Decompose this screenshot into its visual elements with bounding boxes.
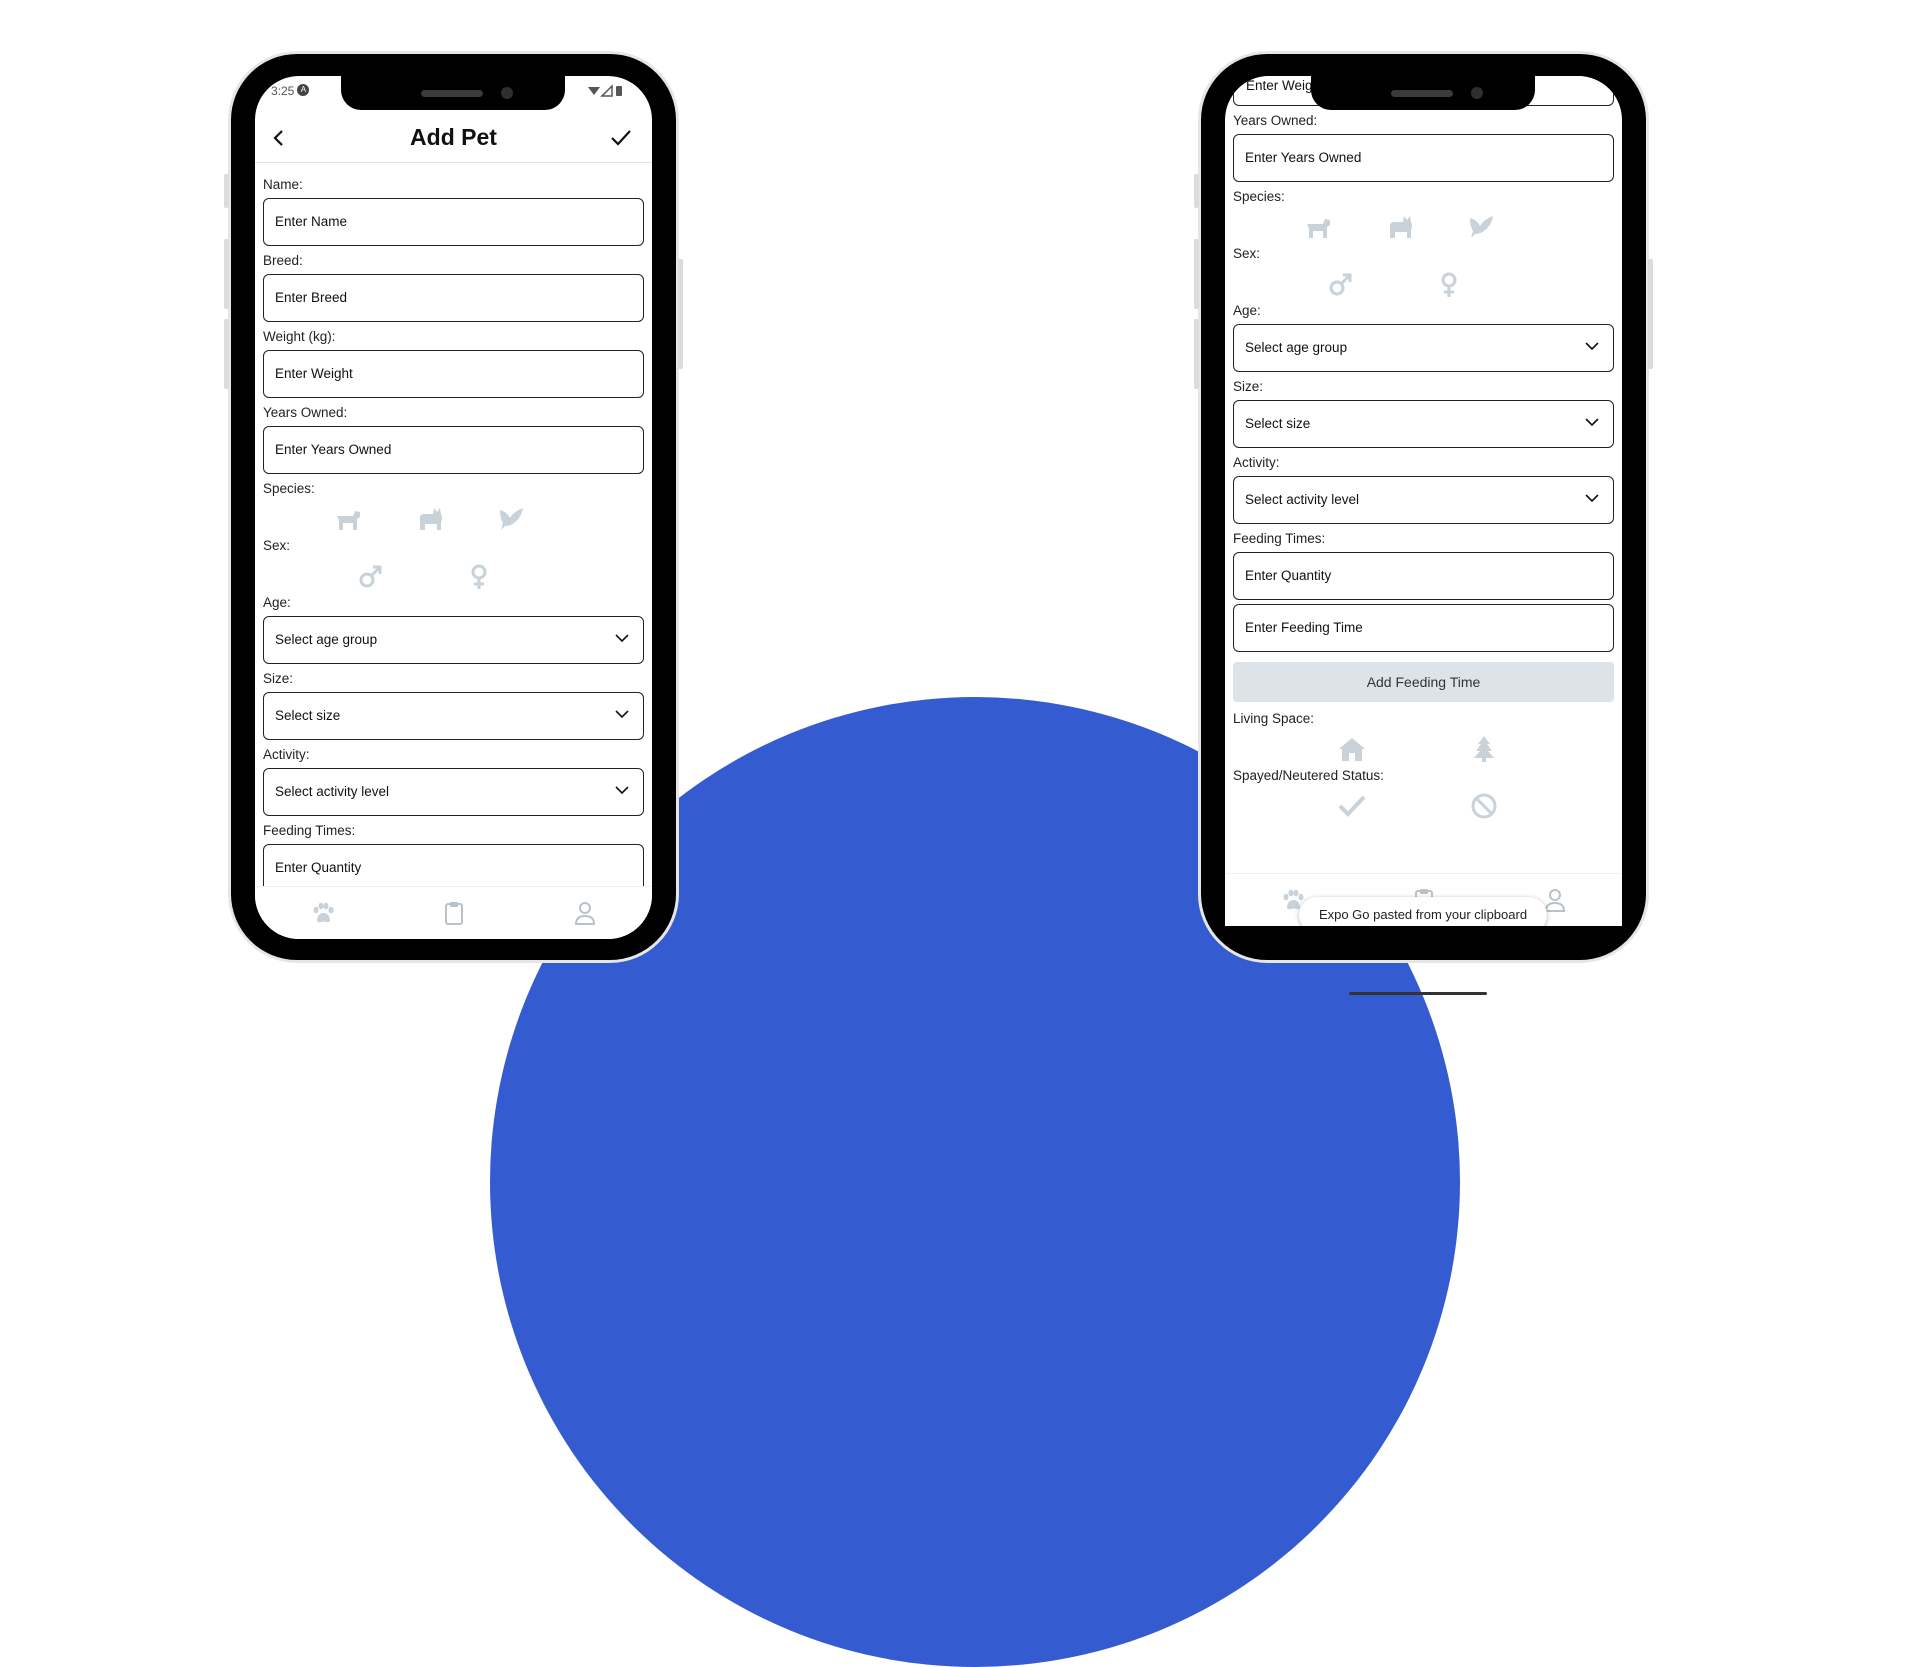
phone-right: Enter Weig Years Owned: Enter Years Owne… (1194, 54, 1653, 995)
weight-label: Weight (kg): (263, 329, 336, 344)
app-header: Add Pet (255, 114, 652, 163)
notch (341, 76, 565, 110)
activity-select-value: Select activity level (275, 784, 390, 799)
power-button (678, 259, 683, 369)
male-icon[interactable] (1326, 269, 1356, 299)
screen: Enter Weig Years Owned: Enter Years Owne… (1225, 76, 1622, 926)
years-owned-input[interactable]: Enter Years Owned (1233, 134, 1614, 182)
age-label: Age: (263, 595, 291, 610)
notch (1311, 76, 1535, 110)
breed-label: Breed: (263, 253, 303, 268)
sex-label: Sex: (1233, 246, 1261, 261)
sex-label: Sex: (263, 538, 291, 553)
power-button (1648, 259, 1653, 369)
years-owned-input[interactable]: Enter Years Owned (263, 426, 644, 474)
chevron-down-icon (615, 710, 629, 719)
mute-button (1194, 174, 1199, 208)
name-label: Name: (263, 177, 303, 192)
age-select[interactable]: Select age group (263, 616, 644, 664)
sex-selector (1233, 267, 1614, 300)
size-select-value: Select size (275, 708, 341, 723)
checkmark-icon[interactable] (1337, 791, 1367, 821)
chevron-down-icon (1585, 494, 1599, 503)
male-icon[interactable] (356, 561, 386, 591)
expo-badge-icon: A (297, 84, 310, 96)
female-icon[interactable] (1434, 269, 1464, 299)
clipboard-toast: Expo Go pasted from your clipboard (1299, 897, 1547, 926)
activity-select[interactable]: Select activity level (263, 768, 644, 816)
tree-icon[interactable] (1469, 734, 1499, 764)
name-input[interactable]: Enter Name (263, 198, 644, 246)
dog-icon[interactable] (1303, 212, 1333, 242)
add-feeding-time-button[interactable]: Add Feeding Time (1233, 662, 1614, 702)
activity-label: Activity: (263, 747, 310, 762)
age-select-value: Select age group (275, 632, 378, 647)
years-owned-label: Years Owned: (263, 405, 348, 420)
save-check-icon[interactable] (610, 128, 632, 148)
spayed-neutered-label: Spayed/Neutered Status: (1233, 768, 1384, 783)
house-icon[interactable] (1337, 734, 1367, 764)
sex-selector (263, 559, 644, 592)
home-indicator[interactable] (1349, 992, 1487, 995)
size-select[interactable]: Select size (263, 692, 644, 740)
age-select[interactable]: Select age group (1233, 324, 1614, 372)
volume-down-button (224, 319, 229, 389)
screen: 3:25 A Add Pet Name: Enter Name Breed: En… (255, 76, 652, 939)
phone-left: 3:25 A Add Pet Name: Enter Name Breed: En… (224, 54, 683, 960)
chevron-down-icon (1585, 418, 1599, 427)
age-label: Age: (1233, 303, 1261, 318)
volume-down-button (1194, 319, 1199, 389)
size-select[interactable]: Select size (1233, 400, 1614, 448)
add-pet-form: Name: Enter Name Breed: Enter Breed Weig… (263, 174, 644, 939)
status-time: 3:25 A (271, 84, 310, 98)
living-space-label: Living Space: (1233, 711, 1315, 726)
activity-select-value: Select activity level (1245, 492, 1360, 507)
paw-icon[interactable] (309, 899, 337, 927)
volume-up-button (1194, 239, 1199, 309)
species-label: Species: (1233, 189, 1285, 204)
size-label: Size: (263, 671, 294, 686)
page-title: Add Pet (410, 124, 497, 150)
bird-icon[interactable] (497, 504, 527, 534)
volume-up-button (224, 239, 229, 309)
cat-icon[interactable] (415, 504, 445, 534)
feeding-times-label: Feeding Times: (1233, 531, 1326, 546)
chevron-down-icon (1585, 342, 1599, 351)
weight-input[interactable]: Enter Weight (263, 350, 644, 398)
user-icon[interactable] (571, 899, 599, 927)
status-icons (588, 84, 622, 97)
clipboard-icon[interactable] (440, 899, 468, 927)
mute-button (224, 174, 229, 208)
add-pet-form-scrolled: Enter Weig Years Owned: Enter Years Owne… (1233, 76, 1614, 822)
breed-input[interactable]: Enter Breed (263, 274, 644, 322)
ban-icon[interactable] (1469, 791, 1499, 821)
feeding-time-input[interactable]: Enter Feeding Time (1233, 604, 1614, 652)
spayed-neutered-selector (1233, 789, 1614, 822)
size-label: Size: (1233, 379, 1264, 394)
species-selector (263, 502, 644, 535)
cat-icon[interactable] (1385, 212, 1415, 242)
chevron-down-icon (615, 786, 629, 795)
living-space-selector (1233, 732, 1614, 765)
species-label: Species: (263, 481, 315, 496)
activity-select[interactable]: Select activity level (1233, 476, 1614, 524)
quantity-input[interactable]: Enter Quantity (263, 844, 644, 892)
activity-label: Activity: (1233, 455, 1280, 470)
size-select-value: Select size (1245, 416, 1311, 431)
dog-icon[interactable] (333, 504, 363, 534)
feeding-times-label: Feeding Times: (263, 823, 356, 838)
quantity-input[interactable]: Enter Quantity (1233, 552, 1614, 600)
years-owned-label: Years Owned: (1233, 113, 1318, 128)
bottom-tab-bar (255, 886, 652, 939)
bird-icon[interactable] (1467, 212, 1497, 242)
female-icon[interactable] (464, 561, 494, 591)
chevron-down-icon (615, 634, 629, 643)
age-select-value: Select age group (1245, 340, 1348, 355)
species-selector (1233, 210, 1614, 243)
